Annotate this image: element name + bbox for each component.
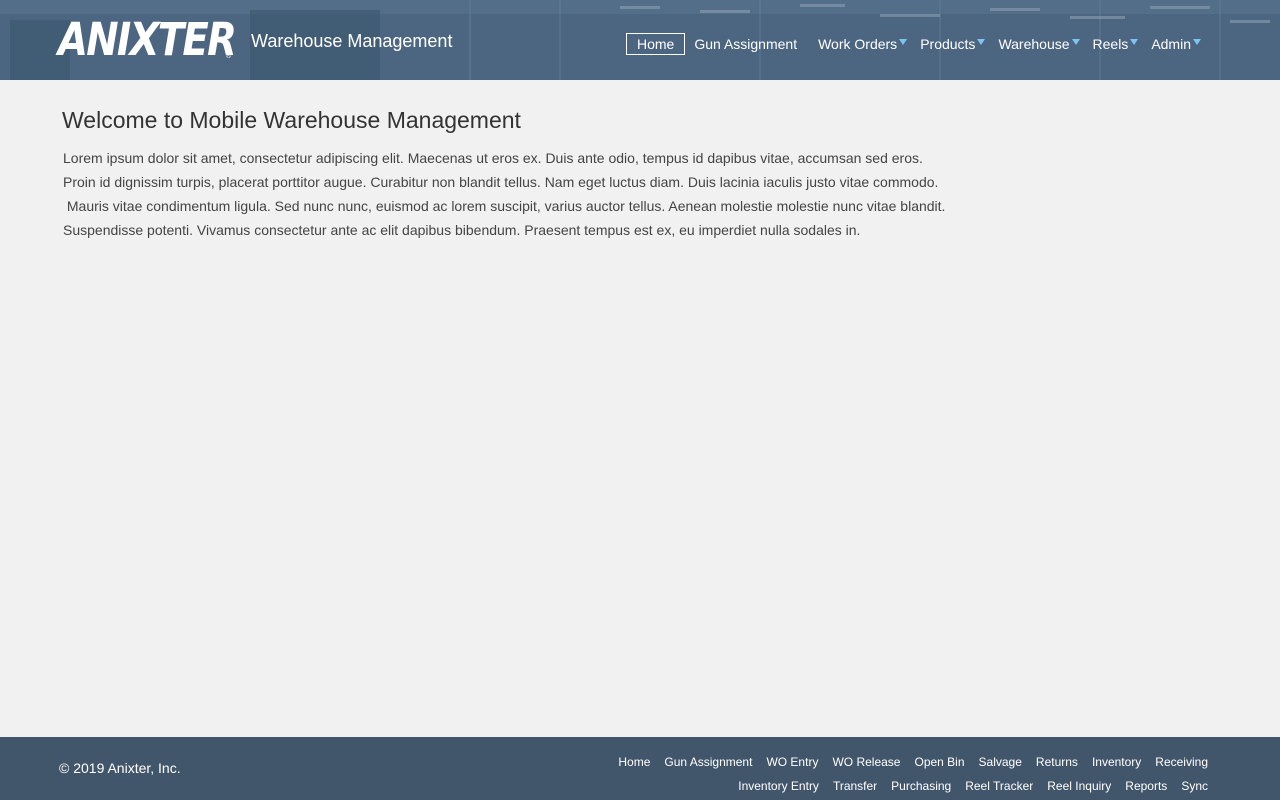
paragraph-line: Lorem ipsum dolor sit amet, consectetur … bbox=[63, 150, 923, 166]
nav-home-label: Home bbox=[637, 36, 675, 52]
nav-gun-assignment[interactable]: Gun Assignment bbox=[690, 34, 801, 54]
nav-admin[interactable]: Admin bbox=[1147, 34, 1205, 54]
nav-home[interactable]: Home bbox=[626, 33, 686, 55]
footer-link-reports[interactable]: Reports bbox=[1125, 777, 1167, 795]
paragraph-line: Suspendisse potenti. Vivamus consectetur… bbox=[63, 222, 861, 238]
anixter-logo[interactable]: ANIXTER ® bbox=[58, 17, 264, 63]
footer-link-receiving[interactable]: Receiving bbox=[1155, 753, 1208, 771]
app-title: Warehouse Management bbox=[251, 31, 453, 51]
footer-link-inventory-entry[interactable]: Inventory Entry bbox=[738, 777, 819, 795]
nav-work-orders[interactable]: Work Orders bbox=[814, 34, 911, 54]
footer-link-sync[interactable]: Sync bbox=[1181, 777, 1208, 795]
footer-link-open-bin[interactable]: Open Bin bbox=[914, 753, 964, 771]
paragraph-line: Mauris vitae condimentum ligula. Sed nun… bbox=[63, 198, 946, 214]
footer-links: Home Gun Assignment WO Entry WO Release … bbox=[568, 750, 1208, 798]
nav-products[interactable]: Products bbox=[916, 34, 989, 54]
chevron-down-icon bbox=[899, 39, 908, 45]
nav-warehouse-label: Warehouse bbox=[998, 36, 1070, 52]
footer-link-inventory[interactable]: Inventory bbox=[1092, 753, 1141, 771]
nav-admin-label: Admin bbox=[1151, 36, 1191, 52]
nav-work-orders-label: Work Orders bbox=[818, 36, 898, 52]
site-footer: © 2019 Anixter, Inc. Home Gun Assignment… bbox=[0, 737, 1280, 800]
nav-reels-label: Reels bbox=[1092, 36, 1129, 52]
footer-link-salvage[interactable]: Salvage bbox=[979, 753, 1022, 771]
logo-registered-mark: ® bbox=[226, 53, 232, 60]
footer-link-gun-assignment[interactable]: Gun Assignment bbox=[664, 753, 752, 771]
footer-link-home[interactable]: Home bbox=[618, 753, 650, 771]
chevron-down-icon bbox=[1071, 39, 1080, 45]
main-content: Welcome to Mobile Warehouse Management L… bbox=[0, 80, 1280, 737]
footer-link-returns[interactable]: Returns bbox=[1036, 753, 1078, 771]
logo-text: ANIXTER bbox=[58, 13, 237, 66]
footer-link-transfer[interactable]: Transfer bbox=[833, 777, 877, 795]
page-title: Welcome to Mobile Warehouse Management bbox=[62, 107, 521, 133]
nav-reels[interactable]: Reels bbox=[1089, 34, 1143, 54]
footer-links-row-2: Inventory Entry Transfer Purchasing Reel… bbox=[568, 774, 1208, 798]
footer-link-wo-release[interactable]: WO Release bbox=[832, 753, 900, 771]
footer-link-reel-inquiry[interactable]: Reel Inquiry bbox=[1047, 777, 1111, 795]
copyright-text: © 2019 Anixter, Inc. bbox=[59, 760, 181, 776]
site-header: ANIXTER ® Warehouse Management Home Gun … bbox=[0, 0, 1280, 80]
chevron-down-icon bbox=[977, 39, 986, 45]
main-nav: Home Gun Assignment Work Orders Products… bbox=[626, 33, 1210, 55]
nav-products-label: Products bbox=[920, 36, 976, 52]
footer-links-row-1: Home Gun Assignment WO Entry WO Release … bbox=[568, 750, 1208, 774]
footer-link-purchasing[interactable]: Purchasing bbox=[891, 777, 951, 795]
nav-warehouse[interactable]: Warehouse bbox=[994, 34, 1083, 54]
chevron-down-icon bbox=[1130, 39, 1139, 45]
nav-gun-assignment-label: Gun Assignment bbox=[694, 36, 798, 52]
chevron-down-icon bbox=[1193, 39, 1201, 45]
footer-link-wo-entry[interactable]: WO Entry bbox=[766, 753, 818, 771]
welcome-paragraph: Lorem ipsum dolor sit amet, consectetur … bbox=[63, 146, 963, 242]
paragraph-line: Proin id dignissim turpis, placerat port… bbox=[63, 174, 939, 190]
footer-link-reel-tracker[interactable]: Reel Tracker bbox=[965, 777, 1033, 795]
